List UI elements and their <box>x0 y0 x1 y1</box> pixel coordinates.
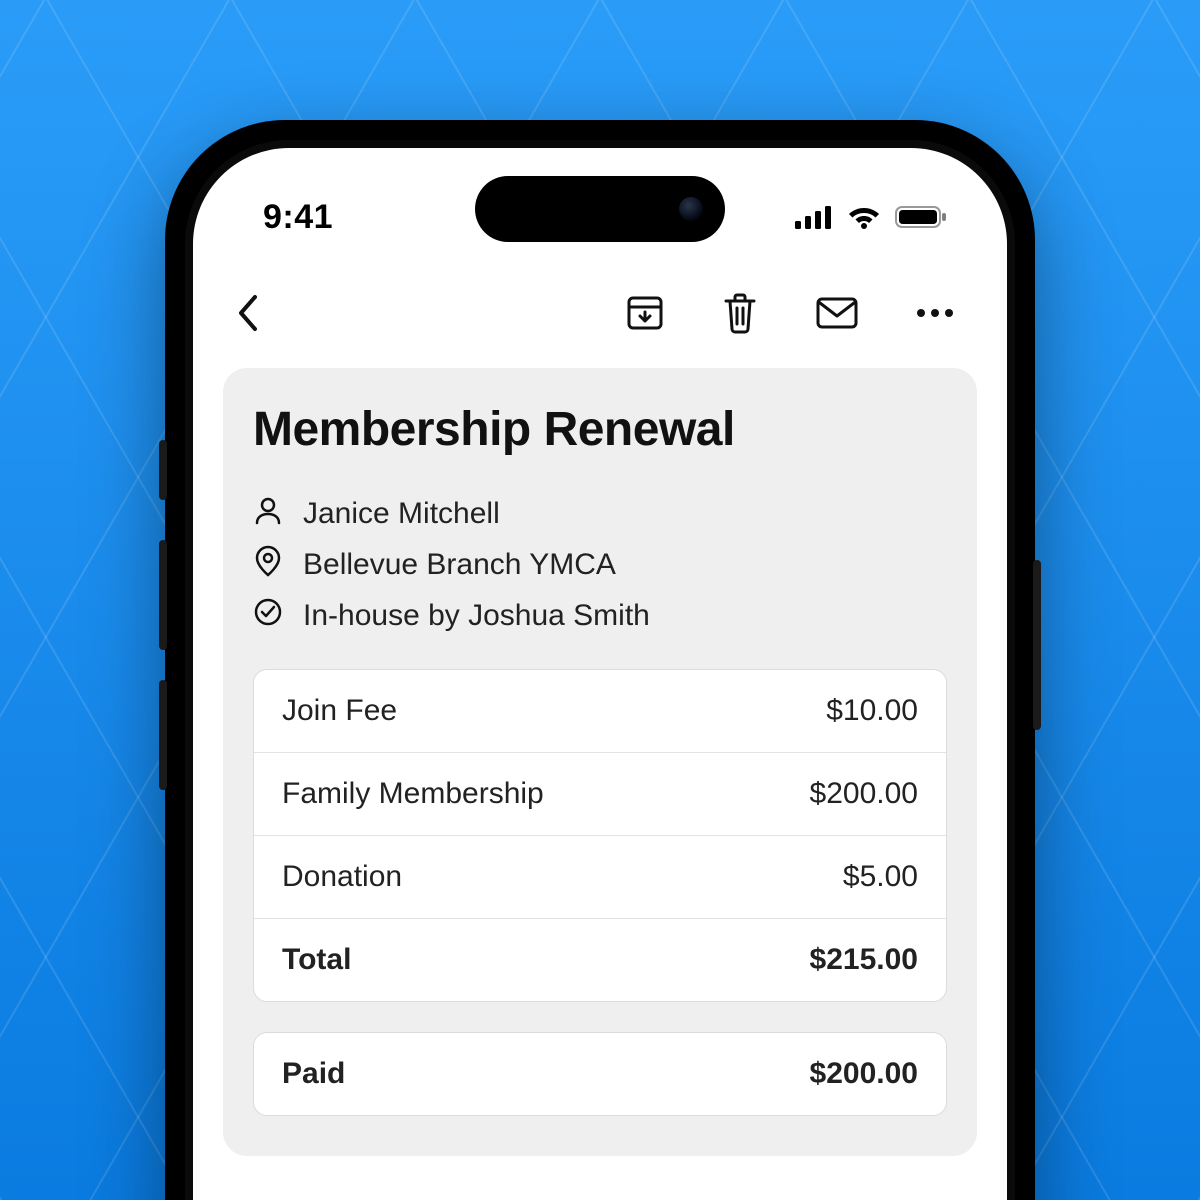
more-button[interactable] <box>909 301 961 325</box>
chevron-left-icon <box>235 293 261 333</box>
meta-location: Bellevue Branch YMCA <box>253 545 947 585</box>
archive-icon <box>625 293 665 333</box>
dynamic-island <box>475 176 725 242</box>
paid-table: Paid $200.00 <box>253 1032 947 1116</box>
delete-button[interactable] <box>715 286 765 340</box>
line-items-table: Join Fee $10.00 Family Membership $200.0… <box>253 669 947 1002</box>
meta-processed: In-house by Joshua Smith <box>253 597 947 635</box>
total-amount: $215.00 <box>810 943 918 977</box>
back-button[interactable] <box>229 287 267 339</box>
table-row: Donation $5.00 <box>254 836 946 919</box>
line-item-amount: $200.00 <box>810 777 918 811</box>
volume-up-button <box>159 540 167 650</box>
total-label: Total <box>282 943 351 977</box>
table-row: Join Fee $10.00 <box>254 670 946 753</box>
detail-card: Membership Renewal Janice Mitchell <box>223 368 977 1156</box>
status-time: 9:41 <box>263 198 333 237</box>
line-item-amount: $5.00 <box>843 860 918 894</box>
table-row: Family Membership $200.00 <box>254 753 946 836</box>
person-icon <box>253 495 283 533</box>
check-circle-icon <box>253 597 283 635</box>
total-row: Total $215.00 <box>254 919 946 1001</box>
volume-down-button <box>159 680 167 790</box>
meta-location-value: Bellevue Branch YMCA <box>303 548 616 582</box>
mail-button[interactable] <box>809 289 865 337</box>
more-horizontal-icon <box>915 307 955 319</box>
line-item-amount: $10.00 <box>826 694 918 728</box>
paid-row: Paid $200.00 <box>254 1033 946 1115</box>
paid-label: Paid <box>282 1057 345 1091</box>
mute-switch <box>159 440 167 500</box>
cellular-icon <box>795 205 833 229</box>
phone-frame: 9:41 <box>165 120 1035 1200</box>
toolbar <box>193 268 1007 358</box>
meta-processed-value: In-house by Joshua Smith <box>303 599 650 633</box>
paid-amount: $200.00 <box>810 1057 918 1091</box>
mail-icon <box>815 295 859 331</box>
archive-button[interactable] <box>619 287 671 339</box>
line-item-label: Family Membership <box>282 777 544 811</box>
meta-person-value: Janice Mitchell <box>303 497 500 531</box>
line-item-label: Donation <box>282 860 402 894</box>
meta-person: Janice Mitchell <box>253 495 947 533</box>
line-item-label: Join Fee <box>282 694 397 728</box>
battery-icon <box>895 205 947 229</box>
page-title: Membership Renewal <box>253 402 947 457</box>
wifi-icon <box>847 205 881 229</box>
trash-icon <box>721 292 759 334</box>
location-pin-icon <box>253 545 283 585</box>
power-button <box>1033 560 1041 730</box>
